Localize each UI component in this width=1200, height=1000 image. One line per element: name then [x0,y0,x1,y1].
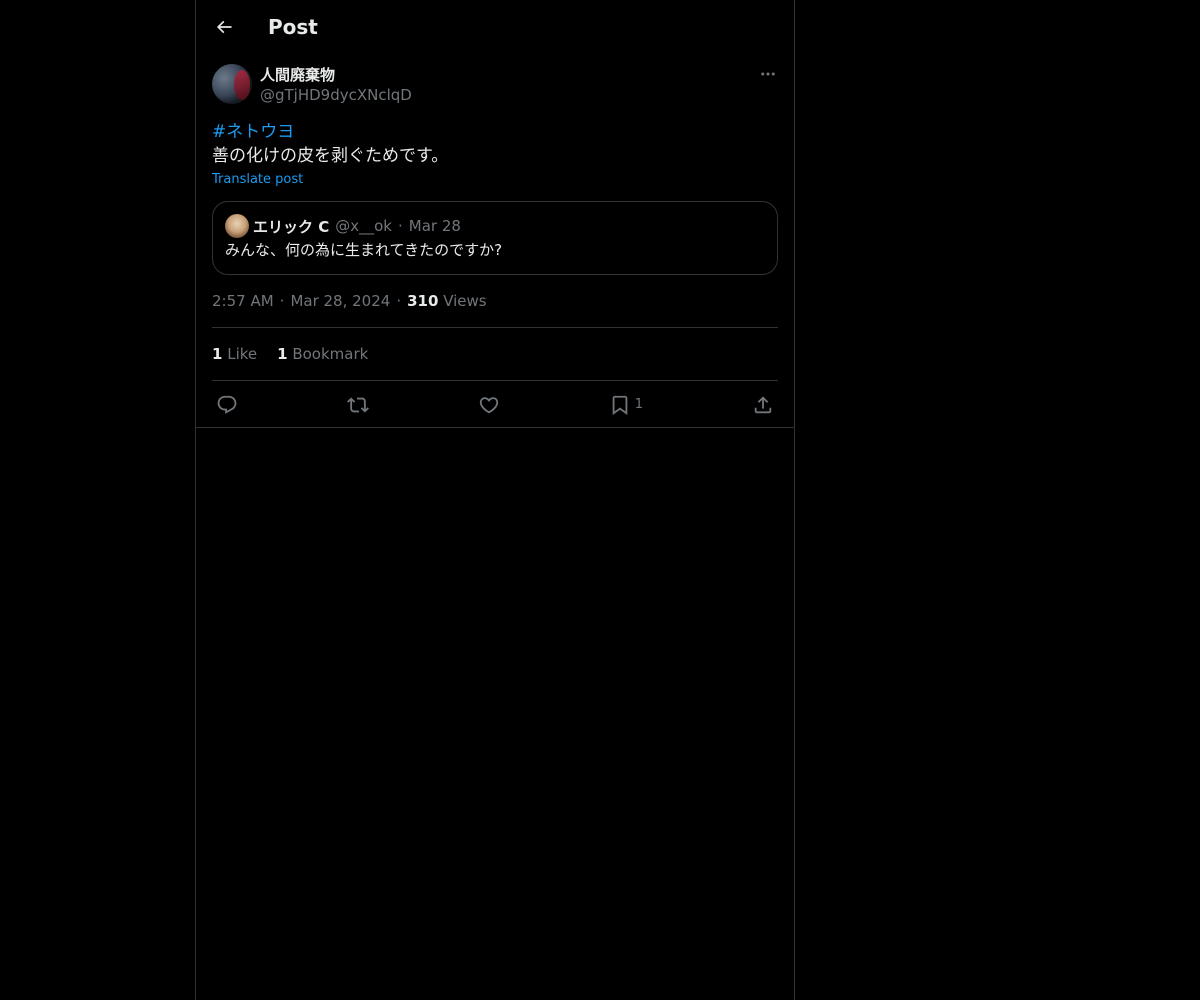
likes-label: Like [227,345,258,363]
repost-button[interactable] [346,394,369,416]
quote-separator: · [397,217,403,235]
post-stats: 1 Like 1 Bookmark [212,328,778,380]
back-button[interactable] [208,11,240,43]
share-icon [752,394,774,416]
quoted-post[interactable]: エリック C @x__ok · Mar 28 みんな、何の為に生まれてきたのです… [212,201,778,275]
bookmark-count: 1 [634,397,644,412]
more-icon [759,65,777,83]
back-arrow-icon [214,17,234,37]
header: Post [196,0,794,53]
like-icon [478,394,500,416]
post-column: Post 人間廃棄物 @gTjHD9dycXNclqD #ネトウヨ 善の化けの皮… [195,0,795,1000]
meta-separator: · [279,292,285,310]
quote-author-name: エリック C [253,217,330,236]
page-title: Post [268,15,318,39]
post-text: 善の化けの皮を剥ぐためです。 [212,146,449,166]
quote-header: エリック C @x__ok · Mar 28 [225,214,765,238]
meta-separator: · [396,292,402,310]
repost-icon [346,394,369,416]
bookmark-button[interactable]: 1 [609,394,643,416]
reply-button[interactable] [216,394,238,416]
bookmark-icon [609,394,631,416]
hashtag-link[interactable]: #ネトウヨ [212,120,778,144]
quote-avatar [225,214,249,238]
action-bar: 1 [212,381,778,428]
post: 人間廃棄物 @gTjHD9dycXNclqD #ネトウヨ 善の化けの皮を剥ぐため… [212,64,778,428]
author-row: 人間廃棄物 @gTjHD9dycXNclqD [212,64,778,108]
translate-post-link[interactable]: Translate post [212,171,303,189]
like-button[interactable] [478,394,500,416]
quote-text: みんな、何の為に生まれてきたのですか? [225,241,503,259]
author-handle[interactable]: @gTjHD9dycXNclqD [260,85,412,105]
post-body: #ネトウヨ 善の化けの皮を剥ぐためです。 [212,120,778,168]
quote-date: Mar 28 [408,217,461,235]
bookmarks-label: Bookmark [292,345,369,363]
quote-author-handle: @x__ok [335,217,392,235]
post-bottom-divider [196,427,794,428]
views-label: Views [443,292,487,310]
post-meta: 2:57 AM · Mar 28, 2024 · 310 Views [212,291,778,311]
bookmarks-stat[interactable]: 1 Bookmark [277,345,368,363]
views-count: 310 [407,292,439,310]
post-date[interactable]: Mar 28, 2024 [290,292,390,310]
bookmarks-count: 1 [277,345,288,363]
likes-count: 1 [212,345,223,363]
likes-stat[interactable]: 1 Like [212,345,257,363]
author-name[interactable]: 人間廃棄物 [260,65,335,85]
share-button[interactable] [752,394,774,416]
more-button[interactable] [758,64,778,84]
reply-icon [216,394,238,416]
post-time[interactable]: 2:57 AM [212,292,274,310]
avatar[interactable] [212,64,252,104]
